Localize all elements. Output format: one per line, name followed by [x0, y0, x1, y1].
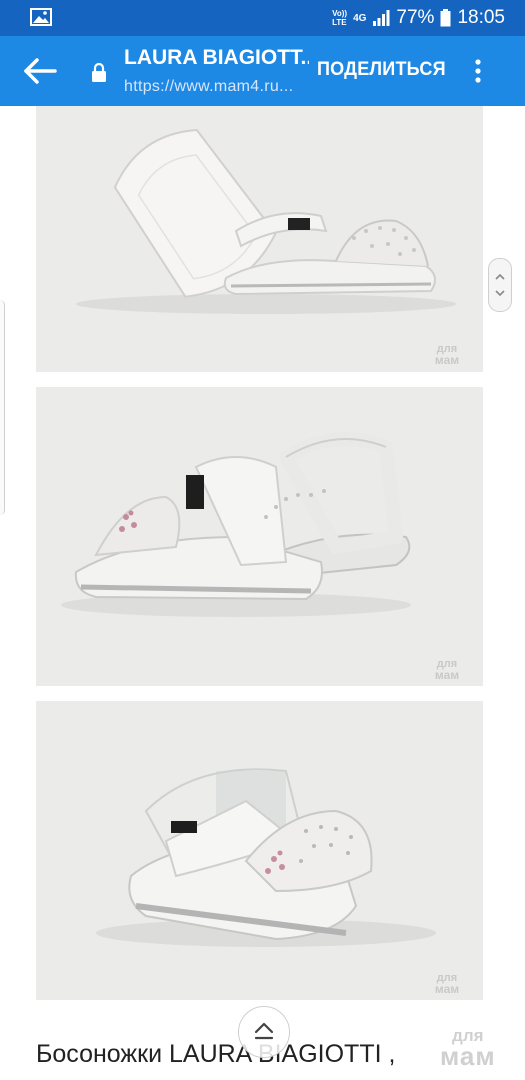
- browser-app-bar: LAURA BIAGIOTT... https://www.mam4.ru...…: [0, 36, 525, 106]
- product-photo-3[interactable]: для мам: [36, 701, 483, 1000]
- volte-label: Vo)): [332, 9, 348, 18]
- status-bar: Vo)) LTE 4G 77% 18:05: [0, 0, 525, 36]
- page-title: LAURA BIAGIOTT...: [124, 46, 309, 69]
- site-watermark: для мам: [440, 1026, 496, 1071]
- site-watermark-line2: мам: [440, 1041, 496, 1071]
- battery-percent: 77%: [396, 7, 435, 28]
- sandal-illustration: для мам: [96, 768, 459, 996]
- lte-label: LTE: [332, 18, 347, 27]
- share-button[interactable]: ПОДЕЛИТЬСЯ: [317, 59, 446, 81]
- clock: 18:05: [457, 7, 505, 28]
- lock-icon: [92, 62, 106, 82]
- network-indicator: Vo)) LTE: [332, 9, 347, 27]
- scroll-to-top-button[interactable]: [238, 1006, 290, 1058]
- battery-icon: [440, 9, 451, 27]
- double-chevron-up-icon: [254, 1022, 274, 1040]
- status-indicators: Vo)) LTE 4G 77% 18:05: [332, 0, 505, 36]
- sandal-illustration: для мам: [76, 128, 459, 367]
- photo-watermark-bottom: мам: [435, 353, 459, 367]
- product-photo-1[interactable]: для мам: [36, 106, 483, 372]
- page-url[interactable]: https://www.mam4.ru...: [124, 78, 309, 96]
- photo-watermark-bottom: мам: [435, 982, 459, 996]
- network-type: 4G: [353, 12, 367, 24]
- more-vertical-icon[interactable]: [466, 56, 490, 86]
- product-title: Босоножки LAURA BIAGIOTTI ,: [36, 1040, 396, 1068]
- scroll-handle[interactable]: [488, 258, 512, 312]
- sandal-illustration: для мам: [61, 432, 459, 682]
- product-photo-2[interactable]: для мам: [36, 387, 483, 686]
- chevron-up-down-icon: [495, 273, 505, 297]
- photo-watermark-bottom: мам: [435, 668, 459, 682]
- edge-panel-handle[interactable]: [0, 300, 5, 515]
- back-arrow-icon[interactable]: [22, 56, 58, 86]
- gallery-icon: [30, 8, 52, 26]
- signal-icon: [373, 10, 390, 26]
